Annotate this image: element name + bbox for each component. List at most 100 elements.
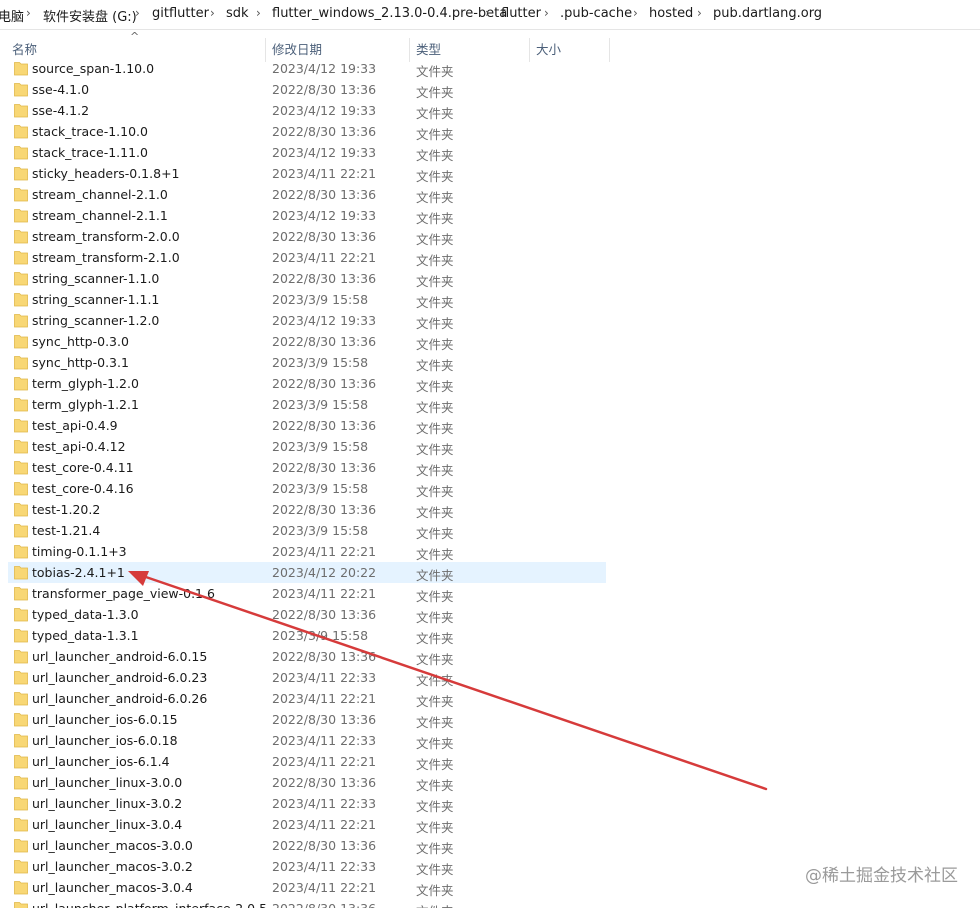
folder-icon bbox=[14, 314, 28, 328]
folder-icon bbox=[14, 839, 28, 853]
breadcrumb-item[interactable]: pub.dartlang.org bbox=[713, 6, 822, 21]
file-type: 文件夹 bbox=[416, 862, 454, 877]
list-item[interactable]: test_api-0.4.12 2023/3/9 15:58 文件夹 bbox=[8, 436, 606, 457]
file-type: 文件夹 bbox=[416, 274, 454, 289]
file-name: stream_transform-2.1.0 bbox=[32, 250, 180, 265]
modified-date: 2023/3/9 15:58 bbox=[272, 628, 369, 643]
breadcrumb-item[interactable]: 软件安装盘 (G:) bbox=[43, 6, 137, 25]
file-name: test_api-0.4.9 bbox=[32, 418, 118, 433]
list-item[interactable]: tobias-2.4.1+1 2023/4/12 20:22 文件夹 bbox=[8, 562, 606, 583]
modified-date: 2023/4/12 19:33 bbox=[272, 103, 377, 118]
modified-date: 2023/3/9 15:58 bbox=[272, 292, 369, 307]
folder-icon bbox=[14, 587, 28, 601]
modified-date: 2022/8/30 13:36 bbox=[272, 502, 377, 517]
list-item[interactable]: test_core-0.4.16 2023/3/9 15:58 文件夹 bbox=[8, 478, 606, 499]
column-divider[interactable] bbox=[609, 38, 610, 62]
list-item[interactable]: stack_trace-1.11.0 2023/4/12 19:33 文件夹 bbox=[8, 142, 606, 163]
breadcrumb-item[interactable]: 电脑 bbox=[0, 6, 24, 25]
list-item[interactable]: url_launcher_macos-3.0.4 2023/4/11 22:21 文… bbox=[8, 877, 606, 898]
sort-ascending-icon: ^ bbox=[130, 30, 140, 43]
list-item[interactable]: source_span-1.10.0 2023/4/12 19:33 文件夹 bbox=[8, 58, 606, 79]
modified-date: 2022/8/30 13:36 bbox=[272, 376, 377, 391]
breadcrumb-item[interactable]: gitflutter bbox=[152, 6, 209, 21]
list-item[interactable]: typed_data-1.3.1 2023/3/9 15:58 文件夹 bbox=[8, 625, 606, 646]
modified-date: 2022/8/30 13:36 bbox=[272, 334, 377, 349]
file-type: 文件夹 bbox=[416, 484, 454, 499]
list-item[interactable]: sync_http-0.3.0 2022/8/30 13:36 文件夹 bbox=[8, 331, 606, 352]
modified-date: 2023/3/9 15:58 bbox=[272, 523, 369, 538]
file-type: 文件夹 bbox=[416, 400, 454, 415]
list-item[interactable]: url_launcher_linux-3.0.4 2023/4/11 22:21 文… bbox=[8, 814, 606, 835]
breadcrumb-item[interactable]: flutter bbox=[501, 6, 541, 21]
list-item[interactable]: url_launcher_linux-3.0.0 2022/8/30 13:36 文… bbox=[8, 772, 606, 793]
file-name: url_launcher_macos-3.0.0 bbox=[32, 838, 193, 853]
list-item[interactable]: stream_channel-2.1.1 2023/4/12 19:33 文件夹 bbox=[8, 205, 606, 226]
breadcrumb-item[interactable]: hosted bbox=[649, 6, 693, 21]
list-item[interactable]: url_launcher_platform_interface-2.0.5 202… bbox=[8, 898, 606, 908]
list-item[interactable]: string_scanner-1.2.0 2023/4/12 19:33 文件夹 bbox=[8, 310, 606, 331]
list-item[interactable]: sticky_headers-0.1.8+1 2023/4/11 22:21 文件夹 bbox=[8, 163, 606, 184]
modified-date: 2022/8/30 13:36 bbox=[272, 418, 377, 433]
breadcrumb-item[interactable]: flutter_windows_2.13.0-0.4.pre-beta bbox=[272, 6, 507, 21]
breadcrumb-item[interactable]: .pub-cache bbox=[560, 6, 632, 21]
modified-date: 2022/8/30 13:36 bbox=[272, 460, 377, 475]
file-type: 文件夹 bbox=[416, 901, 454, 908]
list-item[interactable]: string_scanner-1.1.1 2023/3/9 15:58 文件夹 bbox=[8, 289, 606, 310]
modified-date: 2022/8/30 13:36 bbox=[272, 187, 377, 202]
modified-date: 2023/4/11 22:21 bbox=[272, 586, 377, 601]
folder-icon bbox=[14, 461, 28, 475]
list-item[interactable]: stream_transform-2.0.0 2022/8/30 13:36 文件夹 bbox=[8, 226, 606, 247]
list-item[interactable]: sse-4.1.2 2023/4/12 19:33 文件夹 bbox=[8, 100, 606, 121]
list-item[interactable]: string_scanner-1.1.0 2022/8/30 13:36 文件夹 bbox=[8, 268, 606, 289]
folder-icon bbox=[14, 818, 28, 832]
folder-icon bbox=[14, 692, 28, 706]
folder-icon bbox=[14, 713, 28, 727]
list-item[interactable]: term_glyph-1.2.0 2022/8/30 13:36 文件夹 bbox=[8, 373, 606, 394]
chevron-right-icon: › bbox=[256, 6, 261, 20]
breadcrumb[interactable]: 电脑 › 软件安装盘 (G:) › gitflutter › sdk › flu… bbox=[0, 0, 980, 30]
file-name: transformer_page_view-0.1.6 bbox=[32, 586, 215, 601]
file-name: sticky_headers-0.1.8+1 bbox=[32, 166, 180, 181]
list-item[interactable]: stack_trace-1.10.0 2022/8/30 13:36 文件夹 bbox=[8, 121, 606, 142]
list-item[interactable]: sync_http-0.3.1 2023/3/9 15:58 文件夹 bbox=[8, 352, 606, 373]
list-item[interactable]: url_launcher_android-6.0.23 2023/4/11 22:… bbox=[8, 667, 606, 688]
folder-icon bbox=[14, 167, 28, 181]
list-item[interactable]: url_launcher_macos-3.0.0 2022/8/30 13:36 文… bbox=[8, 835, 606, 856]
file-type: 文件夹 bbox=[416, 820, 454, 835]
list-item[interactable]: transformer_page_view-0.1.6 2023/4/11 22:… bbox=[8, 583, 606, 604]
chevron-right-icon: › bbox=[210, 6, 215, 20]
list-item[interactable]: url_launcher_ios-6.0.18 2023/4/11 22:33 文件… bbox=[8, 730, 606, 751]
list-item[interactable]: url_launcher_ios-6.1.4 2023/4/11 22:21 文件夹 bbox=[8, 751, 606, 772]
list-item[interactable]: test-1.21.4 2023/3/9 15:58 文件夹 bbox=[8, 520, 606, 541]
chevron-right-icon: › bbox=[26, 6, 31, 20]
modified-date: 2023/3/9 15:58 bbox=[272, 397, 369, 412]
file-name: typed_data-1.3.1 bbox=[32, 628, 139, 643]
list-item[interactable]: term_glyph-1.2.1 2023/3/9 15:58 文件夹 bbox=[8, 394, 606, 415]
list-item[interactable]: url_launcher_linux-3.0.2 2023/4/11 22:33 文… bbox=[8, 793, 606, 814]
breadcrumb-item[interactable]: sdk bbox=[226, 6, 249, 21]
list-item[interactable]: stream_channel-2.1.0 2022/8/30 13:36 文件夹 bbox=[8, 184, 606, 205]
folder-icon bbox=[14, 209, 28, 223]
folder-icon bbox=[14, 755, 28, 769]
list-item[interactable]: url_launcher_macos-3.0.2 2023/4/11 22:33 文… bbox=[8, 856, 606, 877]
list-item[interactable]: url_launcher_ios-6.0.15 2022/8/30 13:36 文件… bbox=[8, 709, 606, 730]
list-item[interactable]: sse-4.1.0 2022/8/30 13:36 文件夹 bbox=[8, 79, 606, 100]
folder-icon bbox=[14, 881, 28, 895]
file-name: sse-4.1.0 bbox=[32, 82, 90, 97]
modified-date: 2023/4/11 22:21 bbox=[272, 817, 377, 832]
list-item[interactable]: test_api-0.4.9 2022/8/30 13:36 文件夹 bbox=[8, 415, 606, 436]
list-item[interactable]: url_launcher_android-6.0.26 2023/4/11 22:… bbox=[8, 688, 606, 709]
folder-icon bbox=[14, 545, 28, 559]
file-type: 文件夹 bbox=[416, 505, 454, 520]
list-item[interactable]: stream_transform-2.1.0 2023/4/11 22:21 文件夹 bbox=[8, 247, 606, 268]
file-name: stack_trace-1.11.0 bbox=[32, 145, 148, 160]
folder-icon bbox=[14, 83, 28, 97]
file-name: stream_channel-2.1.1 bbox=[32, 208, 168, 223]
list-item[interactable]: test-1.20.2 2022/8/30 13:36 文件夹 bbox=[8, 499, 606, 520]
list-item[interactable]: timing-0.1.1+3 2023/4/11 22:21 文件夹 bbox=[8, 541, 606, 562]
list-item[interactable]: url_launcher_android-6.0.15 2022/8/30 13:… bbox=[8, 646, 606, 667]
chevron-right-icon: › bbox=[544, 6, 549, 20]
list-item[interactable]: test_core-0.4.11 2022/8/30 13:36 文件夹 bbox=[8, 457, 606, 478]
list-item[interactable]: typed_data-1.3.0 2022/8/30 13:36 文件夹 bbox=[8, 604, 606, 625]
file-name: url_launcher_android-6.0.26 bbox=[32, 691, 208, 706]
